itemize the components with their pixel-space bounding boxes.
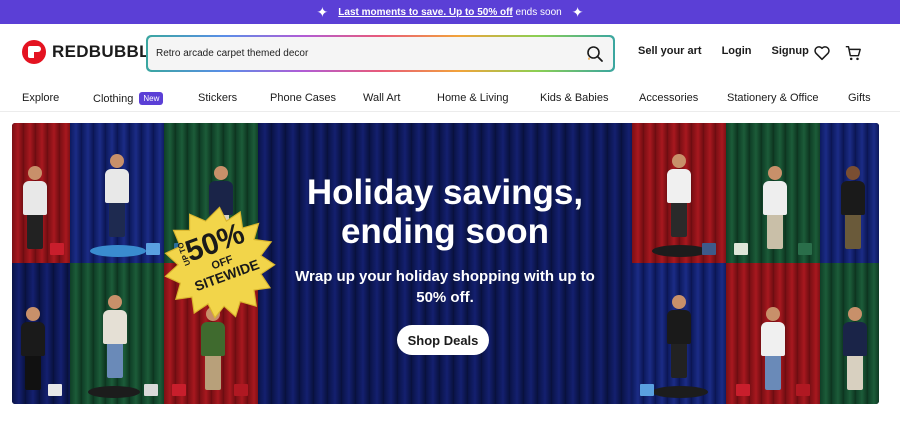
hero-photo-tile [70, 123, 164, 263]
promo-bar: ✦ Last moments to save. Up to 50% off en… [0, 0, 900, 24]
nav-item-phone-cases[interactable]: Phone Cases [270, 92, 336, 104]
search-button[interactable] [585, 44, 605, 64]
hero-photo-tile [726, 123, 820, 263]
nav-item-label: Clothing [93, 93, 134, 105]
nav-item-explore[interactable]: Explore [22, 92, 59, 104]
signup-link[interactable]: Signup [772, 45, 809, 57]
nav-item-gifts[interactable]: Gifts [848, 92, 871, 104]
hero-photo-tile [70, 263, 164, 404]
nav-item-kids-babies[interactable]: Kids & Babies [540, 92, 608, 104]
hero-photo-tile [12, 123, 70, 263]
nav-item-clothing[interactable]: Clothing New [93, 92, 164, 105]
promo-rest-text: ends soon [515, 6, 562, 18]
promo-link[interactable]: Last moments to save. Up to 50% off [338, 7, 512, 18]
hero-banner[interactable]: UP TO 50% OFF SITEWIDE Holiday savings, … [12, 123, 879, 404]
header-links: Sell your art Login Signup [638, 45, 829, 57]
new-badge: New [139, 92, 164, 105]
nav-item-stationery-office[interactable]: Stationery & Office [727, 92, 819, 104]
hero-photo-tile [632, 263, 726, 404]
nav-item-wall-art[interactable]: Wall Art [363, 92, 401, 104]
nav-item-home-living[interactable]: Home & Living [437, 92, 509, 104]
hero-content: Holiday savings, ending soon Wrap up you… [258, 123, 632, 404]
nav-item-accessories[interactable]: Accessories [639, 92, 698, 104]
sparkle-icon: ✦ [571, 4, 584, 20]
hero-photo-tile [726, 263, 820, 404]
nav-item-stickers[interactable]: Stickers [198, 92, 237, 104]
search-box [146, 35, 615, 72]
hero-headline: Holiday savings, ending soon [306, 173, 584, 251]
hero-photo-tile [820, 123, 879, 263]
hero-photo-tile [820, 263, 879, 404]
site-header: REDBUBBLE Sell your art Login Signup [0, 24, 900, 84]
login-link[interactable]: Login [722, 45, 752, 57]
search-input[interactable] [156, 48, 585, 59]
cart-icon[interactable] [844, 44, 862, 62]
category-nav: Explore Clothing New Stickers Phone Cases… [0, 84, 900, 112]
sparkle-icon: ✦ [316, 4, 329, 20]
shop-deals-button[interactable]: Shop Deals [397, 325, 489, 355]
brand-logo[interactable]: REDBUBBLE [22, 40, 161, 64]
heart-icon[interactable] [813, 44, 831, 62]
logo-mark-icon [22, 40, 46, 64]
search-icon [587, 45, 603, 62]
hero-photo-tile [632, 123, 726, 263]
sell-your-art-link[interactable]: Sell your art [638, 45, 702, 57]
hero-photo-tile [12, 263, 70, 404]
hero-subtext: Wrap up your holiday shopping with up to… [295, 268, 595, 306]
